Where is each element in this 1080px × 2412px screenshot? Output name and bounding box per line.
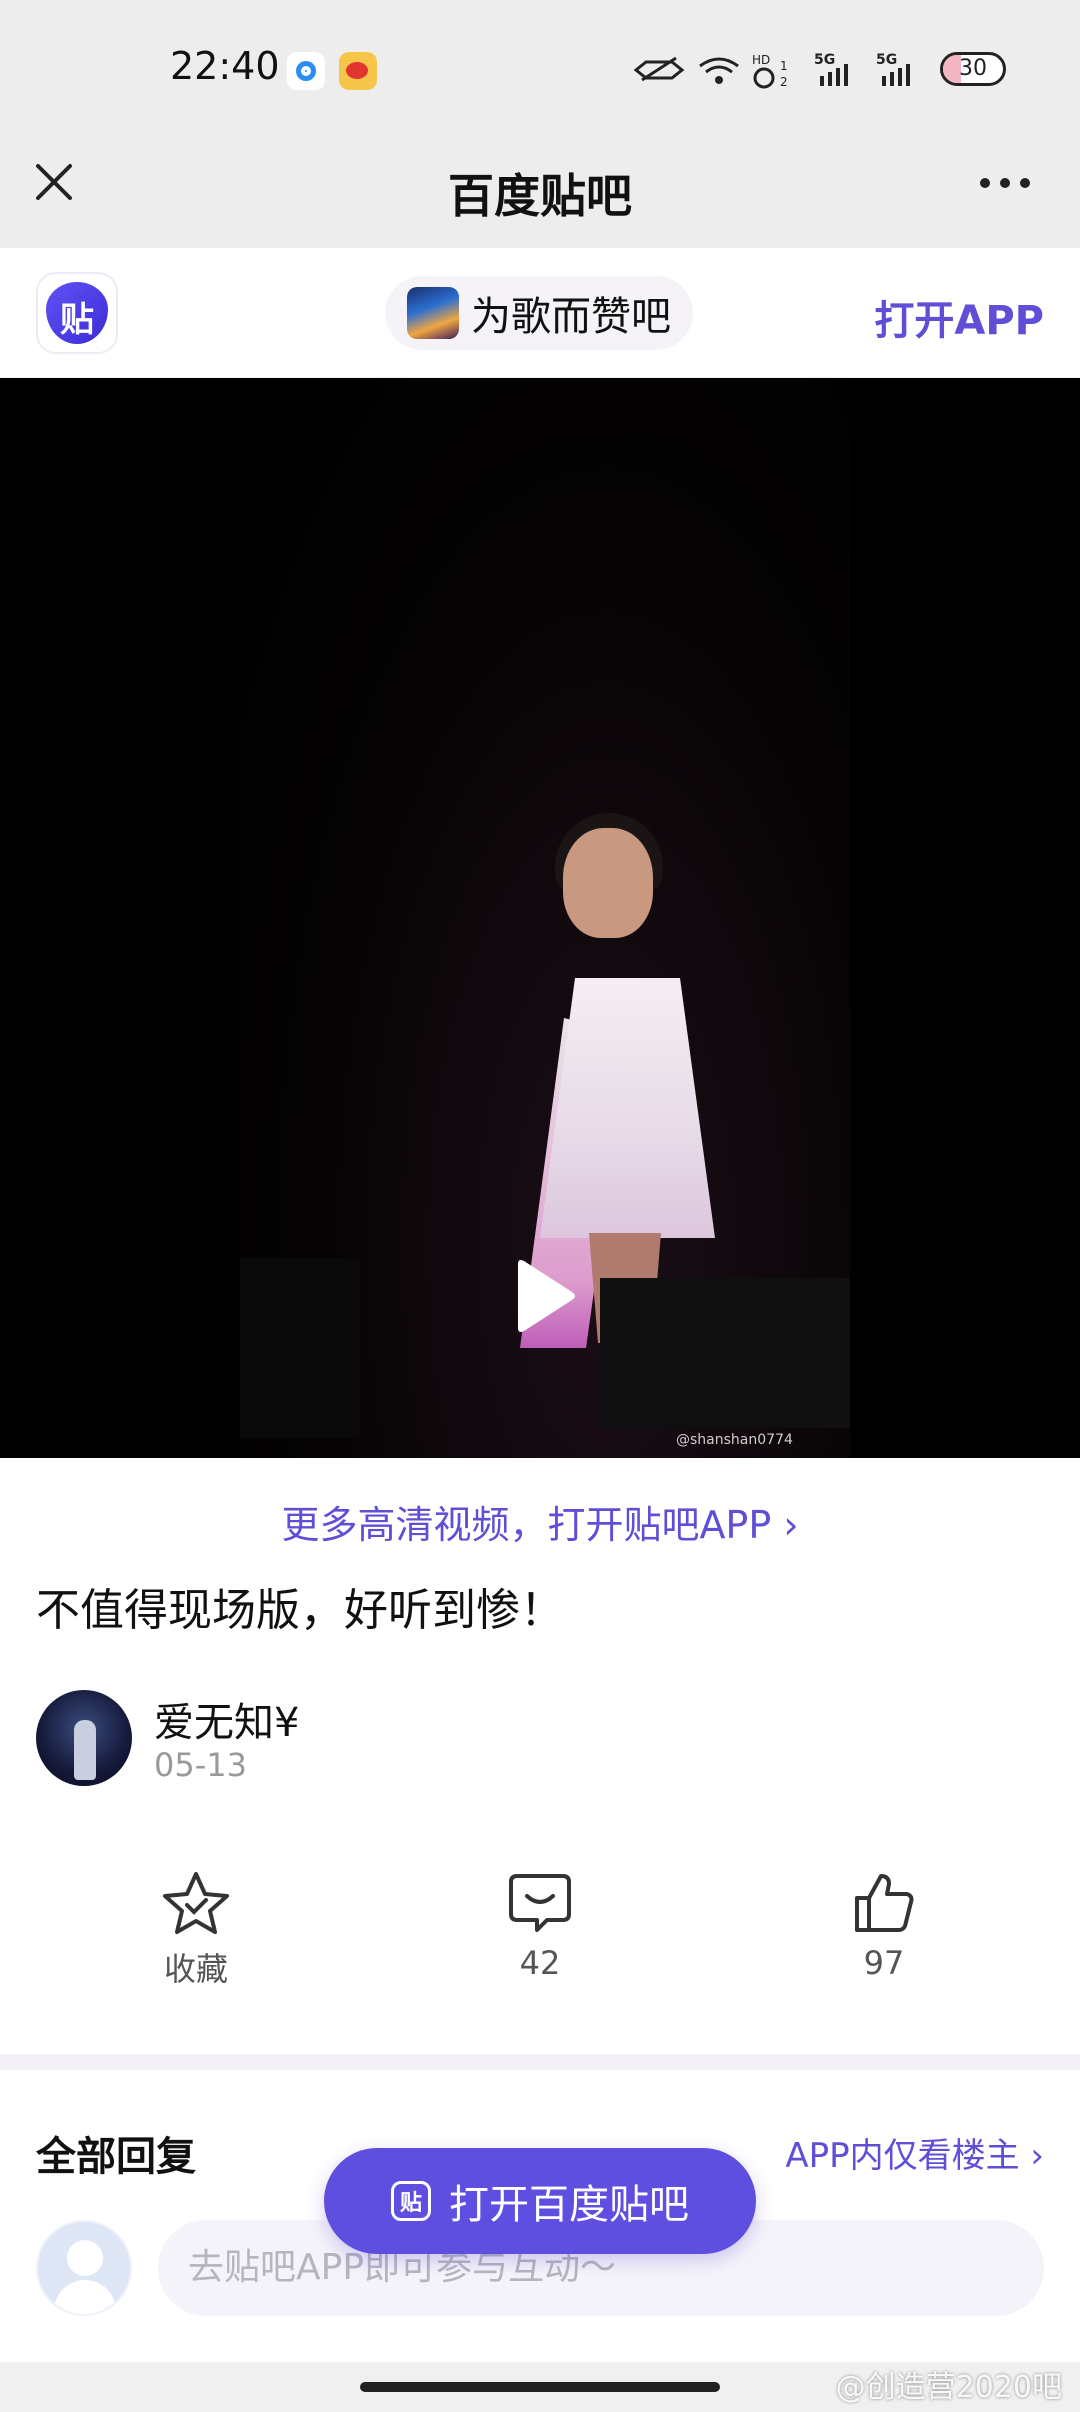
tieba-logo-char: 贴 (60, 300, 94, 340)
star-icon (163, 1872, 229, 1934)
like-button[interactable]: 97 (784, 1870, 984, 1982)
stage-speaker (240, 1258, 360, 1438)
home-indicator[interactable] (360, 2382, 720, 2392)
open-tieba-label: 打开百度贴吧 (449, 2182, 689, 2228)
page-title: 百度贴吧 (448, 169, 632, 223)
open-app-button[interactable]: 打开APP (874, 288, 1044, 346)
status-time: 22:40 (170, 44, 280, 88)
video-watermark: @shanshan0774 (676, 1432, 793, 1448)
battery-percent: 30 (959, 56, 987, 81)
svg-text:1: 1 (780, 59, 788, 73)
play-icon[interactable] (508, 1256, 578, 1336)
forum-name: 为歌而赞吧 (471, 294, 671, 340)
signal-5g-icon-2: 5G (876, 52, 910, 86)
hd-call-icon: HD 1 2 (752, 53, 788, 89)
app-banner: 贴 为歌而赞吧 打开APP (0, 248, 1080, 378)
op-only-link[interactable]: APP内仅看楼主 › (785, 2128, 1044, 2177)
section-divider (0, 2054, 1080, 2070)
comment-count: 42 (519, 1944, 561, 1982)
video-player[interactable]: @shanshan0774 (0, 378, 1080, 1458)
comment-icon (509, 1874, 571, 1932)
favorite-label: 收藏 (163, 1950, 228, 1988)
post-date: 05-13 (154, 1746, 247, 1784)
svg-text:HD: HD (752, 53, 770, 67)
post-title: 不值得现场版，好听到惨！ (36, 1585, 564, 1636)
svg-text:2: 2 (780, 75, 788, 89)
hd-video-link[interactable]: 更多高清视频，打开贴吧APP › (0, 1494, 1080, 1549)
forum-thumbnail (407, 287, 459, 339)
comment-button[interactable]: 42 (440, 1870, 640, 1982)
author-name[interactable]: 爱无知¥ (154, 1690, 299, 1748)
title-bar: 百度贴吧 (0, 130, 1080, 248)
author-avatar[interactable] (36, 1690, 132, 1786)
open-tieba-button[interactable]: 贴 打开百度贴吧 (324, 2148, 756, 2254)
svg-text:5G: 5G (876, 52, 897, 68)
thumbs-up-icon (855, 1874, 914, 1932)
tieba-logo-mark: 贴 (46, 282, 108, 344)
battery-icon: 30 (940, 52, 1006, 86)
more-options-icon[interactable] (972, 168, 1038, 196)
stage-monitor (600, 1278, 850, 1428)
status-bar: 22:40 HD 1 2 5G 5G 30 (0, 0, 1080, 130)
tieba-mini-logo-icon: 贴 (391, 2181, 431, 2221)
page-watermark: @创造营2020吧 (835, 2370, 1062, 2405)
svg-text:5G: 5G (814, 52, 835, 68)
tieba-logo[interactable]: 贴 (36, 272, 118, 354)
weibo-notification-icon (339, 52, 377, 90)
signal-5g-icon: 5G (814, 52, 848, 86)
forum-pill[interactable]: 为歌而赞吧 (385, 276, 693, 350)
notification-app-icon (287, 52, 325, 90)
performer-head (563, 828, 653, 938)
all-replies-title: 全部回复 (36, 2134, 196, 2180)
user-avatar-placeholder (36, 2220, 132, 2316)
favorite-button[interactable]: 收藏 (96, 1870, 296, 1990)
nfc-icon (633, 56, 685, 82)
like-count: 97 (863, 1944, 905, 1982)
wifi-icon (699, 57, 739, 84)
